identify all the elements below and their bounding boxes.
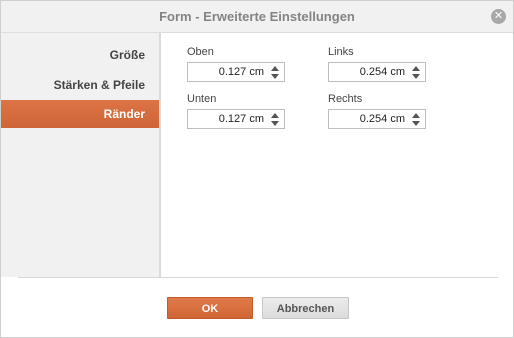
- margin-bottom-input[interactable]: [188, 110, 268, 128]
- arrow-up-icon[interactable]: [271, 113, 279, 118]
- arrow-down-icon[interactable]: [412, 74, 420, 79]
- footer-divider: [18, 277, 498, 278]
- titlebar: Form - Erweiterte Einstellungen ✕: [1, 1, 513, 33]
- ok-button[interactable]: OK: [167, 297, 253, 319]
- arrow-up-icon[interactable]: [412, 113, 420, 118]
- arrow-down-icon[interactable]: [271, 121, 279, 126]
- margin-right-label: Rechts: [328, 93, 363, 105]
- cancel-button[interactable]: Abbrechen: [262, 297, 349, 319]
- sidebar: Größe Stärken & Pfeile Ränder: [1, 33, 161, 277]
- margin-top-label: Oben: [187, 46, 214, 58]
- margin-bottom-spinner: [187, 109, 285, 129]
- close-icon[interactable]: ✕: [491, 9, 506, 24]
- dialog-title: Form - Erweiterte Einstellungen: [159, 9, 355, 24]
- dialog: Form - Erweiterte Einstellungen ✕ Größe …: [0, 0, 514, 338]
- arrow-down-icon[interactable]: [271, 74, 279, 79]
- margin-left-spinner: [328, 62, 426, 82]
- arrow-down-icon[interactable]: [412, 121, 420, 126]
- margin-top-spinner: [187, 62, 285, 82]
- margin-bottom-label: Unten: [187, 93, 217, 105]
- arrow-up-icon[interactable]: [271, 66, 279, 71]
- sidebar-item-size[interactable]: Größe: [1, 41, 159, 69]
- margin-right-arrows: [411, 111, 423, 127]
- margin-left-arrows: [411, 64, 423, 80]
- margin-bottom-arrows: [270, 111, 282, 127]
- arrow-up-icon[interactable]: [412, 66, 420, 71]
- sidebar-item-margins[interactable]: Ränder: [1, 100, 159, 128]
- margin-top-arrows: [270, 64, 282, 80]
- margin-right-input[interactable]: [329, 110, 409, 128]
- margin-top-input[interactable]: [188, 63, 268, 81]
- margin-left-input[interactable]: [329, 63, 409, 81]
- sidebar-item-strokes-arrows[interactable]: Stärken & Pfeile: [1, 71, 159, 99]
- margin-right-spinner: [328, 109, 426, 129]
- margin-left-label: Links: [328, 46, 354, 58]
